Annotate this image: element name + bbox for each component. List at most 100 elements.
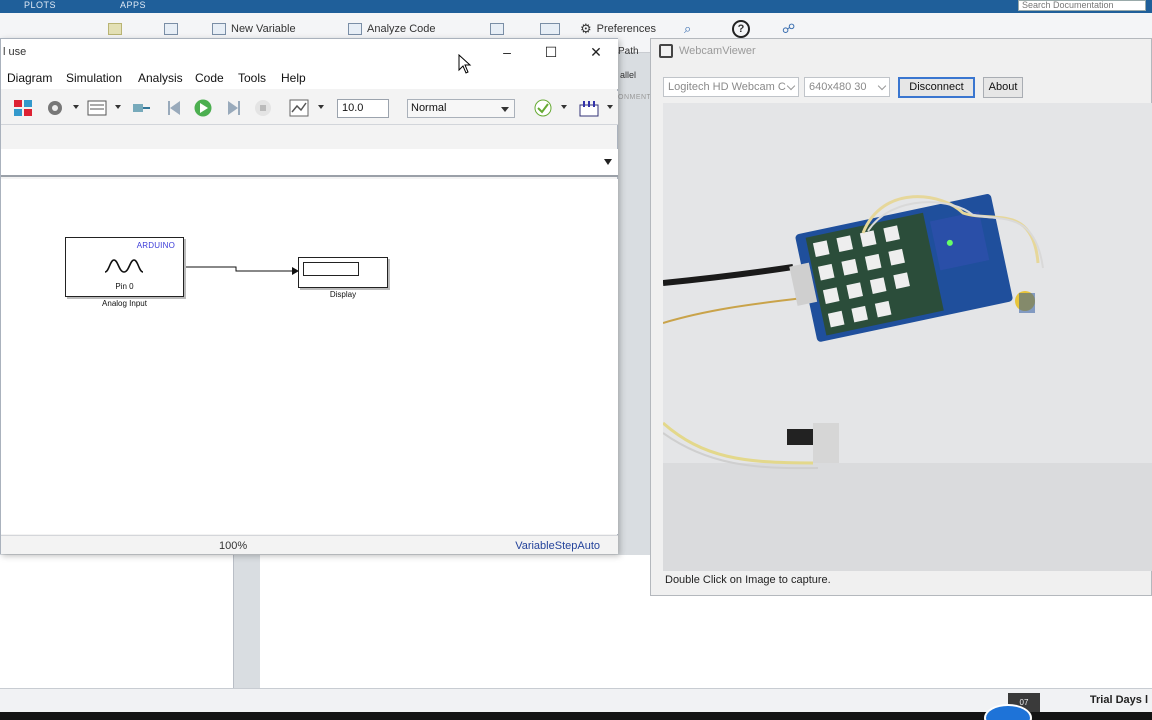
help-icon: ? bbox=[732, 20, 750, 38]
maximize-button[interactable]: ☐ bbox=[537, 42, 565, 62]
connect-icon[interactable] bbox=[131, 99, 151, 117]
environment-section-label: ONMENT bbox=[618, 94, 652, 101]
webcam-window-title: WebcamViewer bbox=[679, 45, 756, 57]
chevron-down-icon[interactable] bbox=[607, 105, 613, 109]
community-icon: ☍ bbox=[782, 21, 796, 36]
model-explorer-icon[interactable] bbox=[87, 99, 107, 117]
simulink-menubar: Diagram Simulation Analysis Code Tools H… bbox=[1, 67, 618, 89]
capture-hint: Double Click on Image to capture. bbox=[665, 574, 831, 586]
new-variable-label: New Variable bbox=[231, 23, 296, 35]
menu-simulation[interactable]: Simulation bbox=[66, 71, 122, 85]
layout-icon bbox=[540, 23, 560, 35]
simulink-status-bar: 100% VariableStepAuto bbox=[1, 535, 618, 554]
simulink-toolbar: 10.0 Normal bbox=[1, 91, 618, 125]
simulation-mode-value: Normal bbox=[411, 102, 447, 114]
chevron-down-icon bbox=[786, 81, 796, 91]
ribbon-help-search-button[interactable]: ⌕ bbox=[684, 21, 691, 37]
chevron-down-icon bbox=[877, 81, 887, 91]
minimize-button[interactable]: – bbox=[493, 42, 521, 62]
search-icon: ⌕ bbox=[684, 21, 692, 36]
build-grid-icon[interactable] bbox=[579, 99, 599, 117]
ribbon-help-button[interactable]: ? bbox=[732, 20, 750, 38]
zoom-level: 100% bbox=[219, 540, 248, 552]
table-icon bbox=[164, 23, 178, 35]
taskbar bbox=[0, 712, 1152, 720]
model-breadcrumb-bar[interactable] bbox=[1, 149, 618, 177]
arduino-badge: ARDUINO bbox=[136, 241, 175, 250]
analog-input-block-name[interactable]: Analog Input bbox=[65, 299, 184, 308]
data-inspector-icon[interactable] bbox=[289, 99, 309, 117]
variable-icon bbox=[212, 23, 226, 35]
disconnect-button[interactable]: Disconnect bbox=[898, 77, 975, 98]
close-button[interactable]: ✕ bbox=[582, 42, 610, 62]
chevron-down-icon[interactable] bbox=[561, 105, 567, 109]
menu-help[interactable]: Help bbox=[281, 71, 306, 85]
current-folder-pane[interactable] bbox=[0, 555, 234, 688]
display-screen bbox=[303, 262, 359, 276]
chevron-down-icon[interactable] bbox=[318, 105, 324, 109]
analyze-code-button[interactable]: Analyze Code bbox=[348, 21, 436, 37]
camera-select[interactable]: Logitech HD Webcam C bbox=[663, 77, 799, 97]
step-back-icon[interactable] bbox=[165, 99, 185, 117]
simulation-mode-select[interactable]: Normal bbox=[407, 99, 515, 118]
preferences-button[interactable]: ⚙ Preferences bbox=[580, 21, 656, 37]
simulink-window-title: l use bbox=[3, 46, 27, 58]
about-button[interactable]: About bbox=[983, 77, 1023, 98]
trial-days-label: Trial Days l bbox=[1089, 694, 1148, 706]
chevron-down-icon bbox=[501, 107, 509, 112]
ribbon-simulink-button[interactable] bbox=[490, 21, 504, 37]
webcam-image[interactable] bbox=[663, 103, 1152, 571]
ribbon-layout-button[interactable] bbox=[164, 21, 178, 37]
library-browser-icon[interactable] bbox=[13, 99, 33, 117]
simulink-window: l use – ☐ ✕ Diagram Simulation Analysis … bbox=[0, 38, 618, 554]
search-documentation-input[interactable]: Search Documentation bbox=[1018, 0, 1146, 11]
menu-code[interactable]: Code bbox=[195, 71, 224, 85]
analyze-code-label: Analyze Code bbox=[367, 23, 436, 35]
ribbon-icon-button[interactable] bbox=[108, 21, 122, 37]
solver-link[interactable]: VariableStepAuto bbox=[515, 540, 600, 552]
model-advisor-check-icon[interactable] bbox=[533, 99, 553, 117]
arduino-board-photo bbox=[663, 103, 1152, 571]
mouse-cursor-icon bbox=[458, 54, 472, 74]
display-block-name[interactable]: Display bbox=[298, 290, 388, 299]
webcam-app-icon bbox=[659, 44, 673, 58]
display-block[interactable] bbox=[298, 257, 388, 288]
matlab-status-bar bbox=[0, 688, 1152, 714]
community-button[interactable]: ☍ bbox=[782, 21, 795, 37]
gear-icon: ⚙ bbox=[580, 21, 592, 36]
analyze-icon bbox=[348, 23, 362, 35]
menu-analysis[interactable]: Analysis bbox=[138, 71, 183, 85]
step-forward-icon[interactable] bbox=[223, 99, 243, 117]
set-path-label[interactable]: Path bbox=[618, 46, 639, 57]
resolution-select-value: 640x480 30 bbox=[809, 81, 867, 93]
simulink-icon bbox=[490, 23, 504, 35]
analog-input-block[interactable]: ARDUINO Pin 0 bbox=[65, 237, 184, 297]
chevron-down-icon[interactable] bbox=[73, 105, 79, 109]
pin-label: Pin 0 bbox=[115, 282, 134, 291]
ribbon-layout2-button[interactable] bbox=[540, 21, 560, 37]
workspace-pane[interactable] bbox=[652, 596, 1152, 688]
chevron-down-icon[interactable] bbox=[604, 159, 612, 165]
tab-plots[interactable]: PLOTS bbox=[24, 0, 56, 10]
simulink-titlebar[interactable]: l use – ☐ ✕ bbox=[1, 39, 618, 67]
chevron-down-icon[interactable] bbox=[115, 105, 121, 109]
folder-icon bbox=[108, 23, 122, 35]
analog-wave-icon bbox=[104, 259, 144, 273]
model-canvas[interactable]: ARDUINO Pin 0 Analog Input Display bbox=[1, 179, 618, 534]
command-window-pane[interactable] bbox=[260, 555, 652, 688]
run-icon[interactable] bbox=[193, 99, 213, 117]
tab-apps[interactable]: APPS bbox=[120, 0, 146, 10]
stop-time-input[interactable]: 10.0 bbox=[337, 99, 389, 118]
matlab-tabstrip: PLOTS APPS bbox=[0, 0, 1152, 13]
menu-diagram[interactable]: Diagram bbox=[7, 71, 52, 85]
stop-icon[interactable] bbox=[253, 99, 273, 117]
preferences-label: Preferences bbox=[596, 23, 656, 35]
signal-line[interactable] bbox=[1, 179, 618, 534]
webcam-viewer-window: WebcamViewer Logitech HD Webcam C 640x48… bbox=[650, 38, 1152, 596]
resolution-select[interactable]: 640x480 30 bbox=[804, 77, 890, 97]
settings-gear-icon[interactable] bbox=[45, 99, 65, 117]
new-variable-button[interactable]: New Variable bbox=[212, 21, 296, 37]
menu-tools[interactable]: Tools bbox=[238, 71, 266, 85]
camera-select-value: Logitech HD Webcam C bbox=[668, 81, 786, 93]
parallel-label[interactable]: allel bbox=[620, 70, 636, 80]
